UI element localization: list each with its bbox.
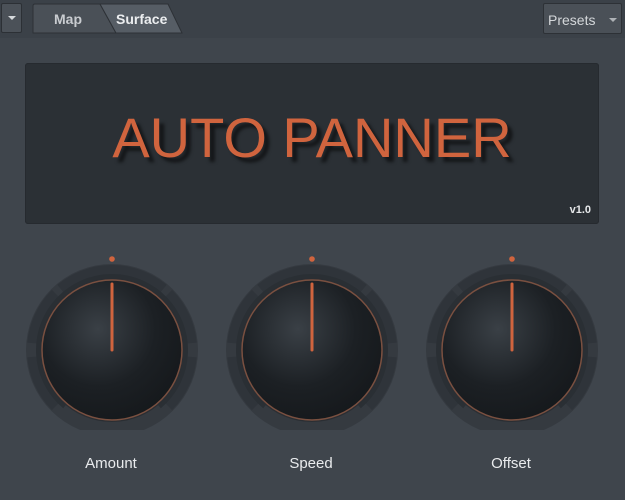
knob-graphic xyxy=(426,256,598,430)
tab-surface[interactable]: Surface xyxy=(116,11,167,27)
presets-dropdown[interactable]: Presets xyxy=(543,3,622,34)
offset-label: Offset xyxy=(491,455,531,472)
speed-label: Speed xyxy=(289,455,333,472)
version-label: v1.0 xyxy=(569,204,591,216)
knob-value-dot xyxy=(309,256,315,262)
knob-value-dot xyxy=(109,256,115,262)
presets-label: Presets xyxy=(548,12,596,28)
knob-graphic xyxy=(26,256,198,430)
offset-knob[interactable] xyxy=(422,250,602,430)
chevron-down-icon xyxy=(609,18,617,22)
amount-knob[interactable] xyxy=(22,250,202,430)
plugin-title: AUTO PANNER xyxy=(112,106,512,169)
chevron-down-icon xyxy=(7,16,16,20)
top-toolbar: Map Surface Presets xyxy=(0,0,625,38)
menu-dropdown-button[interactable] xyxy=(1,3,22,33)
knob-graphic xyxy=(226,256,398,430)
amount-label: Amount xyxy=(85,455,137,472)
knob-value-dot xyxy=(509,256,515,262)
speed-knob[interactable] xyxy=(222,250,402,430)
title-panel: AUTO PANNER v1.0 xyxy=(25,63,599,224)
tab-map[interactable]: Map xyxy=(54,11,82,27)
